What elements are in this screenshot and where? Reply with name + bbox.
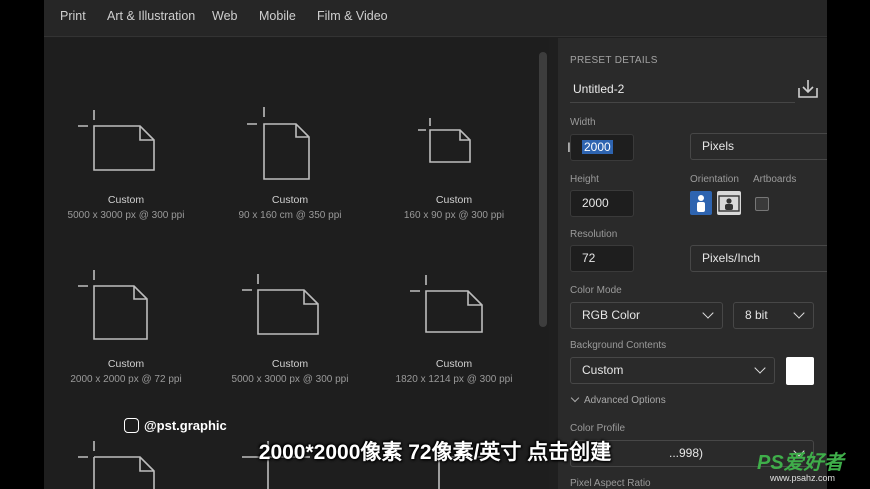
tab-mobile[interactable]: Mobile <box>259 9 296 23</box>
preset-name: Custom <box>271 358 309 370</box>
text-cursor-icon: I <box>567 139 571 155</box>
category-tabs: Print Art & Illustration Web Mobile Film… <box>44 0 827 37</box>
tab-print[interactable]: Print <box>60 9 86 23</box>
preset-card[interactable]: Custom 5000 x 3000 px @ 300 ppi <box>44 98 208 248</box>
color-mode-dropdown[interactable]: RGB Color <box>570 302 723 329</box>
portrait-icon <box>697 195 705 212</box>
width-unit-dropdown[interactable]: Pixels <box>690 133 827 160</box>
landscape-orientation-button[interactable] <box>717 191 741 215</box>
preset-grid: Custom 5000 x 3000 px @ 300 ppi Custom 9… <box>44 38 549 489</box>
bit-depth-dropdown[interactable]: 8 bit <box>733 302 814 329</box>
new-document-dialog: Print Art & Illustration Web Mobile Film… <box>44 0 827 489</box>
height-input[interactable]: 2000 <box>570 190 634 217</box>
advanced-options-toggle[interactable]: Advanced Options <box>570 393 666 406</box>
width-input[interactable]: 2000 <box>570 134 634 161</box>
width-label: Width <box>570 117 596 128</box>
watermark-url: www.psahz.com <box>770 473 836 483</box>
resolution-input[interactable]: 72 <box>570 245 634 272</box>
preset-size: 160 x 90 px @ 300 ppi <box>403 210 505 221</box>
background-label: Background Contents <box>570 340 667 351</box>
pixel-aspect-label: Pixel Aspect Ratio <box>570 478 651 489</box>
resolution-unit-dropdown[interactable]: Pixels/Inch <box>690 245 827 272</box>
preset-size: 5000 x 3000 px @ 300 ppi <box>67 210 185 221</box>
instagram-icon <box>124 418 139 433</box>
orientation-label: Orientation <box>690 174 739 185</box>
tab-film-video[interactable]: Film & Video <box>317 9 388 23</box>
preset-card[interactable]: Custom 90 x 160 cm @ 350 ppi <box>208 98 372 248</box>
preset-name: Custom <box>435 194 473 206</box>
tab-art-illustration[interactable]: Art & Illustration <box>107 9 195 23</box>
preset-card[interactable]: Custom 1820 x 1214 px @ 300 ppi <box>372 262 536 412</box>
preset-name: Custom <box>107 358 145 370</box>
chevron-down-icon <box>702 307 714 319</box>
watermark-logo: PS爱好者 <box>757 452 844 474</box>
grid-scrollbar[interactable] <box>539 52 547 327</box>
artboards-checkbox[interactable] <box>755 197 769 211</box>
video-caption: 2000*2000像素 72像素/英寸 点击创建 <box>258 441 612 464</box>
portrait-doc-icon <box>247 107 310 180</box>
section-title: PRESET DETAILS <box>570 55 658 66</box>
height-label: Height <box>570 174 599 185</box>
tab-web[interactable]: Web <box>212 9 237 23</box>
portrait-orientation-button[interactable] <box>690 191 712 215</box>
save-preset-icon[interactable] <box>797 78 819 100</box>
social-handle: @pst.graphic <box>124 418 227 433</box>
landscape-doc-icon <box>242 274 319 335</box>
preset-card[interactable]: Custom 2000 x 2000 px @ 72 ppi <box>44 262 208 412</box>
preset-name: Custom <box>435 358 473 370</box>
color-profile-label: Color Profile <box>570 423 626 434</box>
small-landscape-doc-icon <box>418 118 471 163</box>
document-name-input[interactable]: Untitled-2 <box>570 76 795 103</box>
preset-size: 5000 x 3000 px @ 300 ppi <box>231 374 349 385</box>
preset-size: 2000 x 2000 px @ 72 ppi <box>70 374 182 385</box>
background-color-swatch[interactable] <box>786 357 814 385</box>
square-doc-icon <box>78 270 148 340</box>
preset-card[interactable]: Custom 5000 x 3000 px @ 300 ppi <box>208 262 372 412</box>
landscape-doc-icon <box>78 110 155 171</box>
color-mode-label: Color Mode <box>570 285 622 296</box>
preset-name: Custom <box>107 194 145 206</box>
artboards-label: Artboards <box>753 174 797 185</box>
chevron-down-icon <box>793 307 805 319</box>
background-dropdown[interactable]: Custom <box>570 357 775 384</box>
landscape-doc-icon <box>410 275 483 333</box>
landscape-icon <box>718 195 740 212</box>
chevron-down-icon <box>570 393 580 403</box>
chevron-down-icon <box>754 362 766 374</box>
preset-name: Custom <box>271 194 309 206</box>
preset-size: 1820 x 1214 px @ 300 ppi <box>395 374 513 385</box>
preset-details-panel: PRESET DETAILS Untitled-2 Width 2000 I P… <box>558 38 827 489</box>
preset-card[interactable]: Custom 160 x 90 px @ 300 ppi <box>372 98 536 248</box>
preset-size: 90 x 160 cm @ 350 ppi <box>238 210 342 221</box>
resolution-label: Resolution <box>570 229 618 240</box>
